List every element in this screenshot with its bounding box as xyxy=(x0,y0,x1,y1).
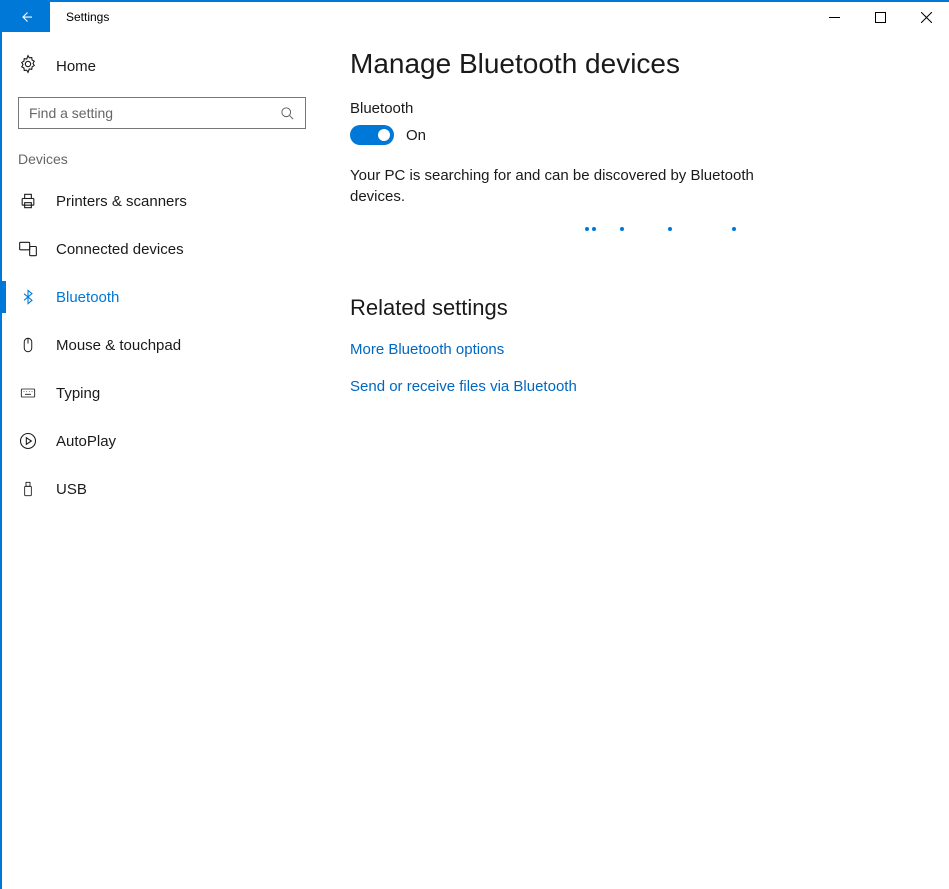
maximize-icon xyxy=(875,12,886,23)
related-settings: Related settings More Bluetooth options … xyxy=(350,295,921,395)
back-arrow-icon xyxy=(17,8,35,26)
sidebar-item-label: Printers & scanners xyxy=(56,193,187,210)
search-box[interactable] xyxy=(18,97,306,129)
related-heading: Related settings xyxy=(350,295,921,321)
bluetooth-icon xyxy=(18,287,38,307)
search-icon xyxy=(280,106,295,121)
link-more-bluetooth-options[interactable]: More Bluetooth options xyxy=(350,341,921,358)
sidebar-item-typing[interactable]: Typing xyxy=(2,369,322,417)
main-panel: Manage Bluetooth devices Bluetooth On Yo… xyxy=(322,32,949,889)
search-input[interactable] xyxy=(29,105,280,121)
sidebar-group-label: Devices xyxy=(2,151,322,177)
gear-icon xyxy=(18,54,38,79)
sidebar: Home Devices Printers & scanners C xyxy=(2,32,322,889)
bluetooth-toggle[interactable] xyxy=(350,125,394,145)
page-title: Manage Bluetooth devices xyxy=(350,48,921,80)
sidebar-item-label: USB xyxy=(56,481,87,498)
bluetooth-toggle-state: On xyxy=(406,127,426,144)
sidebar-item-label: Connected devices xyxy=(56,241,184,258)
home-label: Home xyxy=(56,58,96,75)
keyboard-icon xyxy=(18,385,38,401)
autoplay-icon xyxy=(18,431,38,451)
close-button[interactable] xyxy=(903,2,949,32)
link-send-receive-files[interactable]: Send or receive files via Bluetooth xyxy=(350,378,921,395)
printer-icon xyxy=(18,191,38,211)
window-controls xyxy=(811,2,949,32)
window-title: Settings xyxy=(50,2,109,32)
sidebar-item-label: Mouse & touchpad xyxy=(56,337,181,354)
bluetooth-status-text: Your PC is searching for and can be disc… xyxy=(350,165,770,207)
mouse-icon xyxy=(18,335,38,355)
close-icon xyxy=(921,12,932,23)
progress-indicator xyxy=(350,215,921,245)
sidebar-item-printers[interactable]: Printers & scanners xyxy=(2,177,322,225)
sidebar-item-bluetooth[interactable]: Bluetooth xyxy=(2,273,322,321)
sidebar-home[interactable]: Home xyxy=(2,46,322,97)
minimize-icon xyxy=(829,12,840,23)
sidebar-item-usb[interactable]: USB xyxy=(2,465,322,513)
sidebar-item-label: Bluetooth xyxy=(56,289,119,306)
maximize-button[interactable] xyxy=(857,2,903,32)
sidebar-item-connected-devices[interactable]: Connected devices xyxy=(2,225,322,273)
sidebar-item-label: AutoPlay xyxy=(56,433,116,450)
usb-icon xyxy=(18,479,38,499)
back-button[interactable] xyxy=(2,2,50,32)
connected-devices-icon xyxy=(18,239,38,259)
sidebar-item-label: Typing xyxy=(56,385,100,402)
bluetooth-toggle-label: Bluetooth xyxy=(350,100,921,117)
title-bar: Settings xyxy=(2,2,949,32)
sidebar-item-mouse[interactable]: Mouse & touchpad xyxy=(2,321,322,369)
sidebar-item-autoplay[interactable]: AutoPlay xyxy=(2,417,322,465)
minimize-button[interactable] xyxy=(811,2,857,32)
